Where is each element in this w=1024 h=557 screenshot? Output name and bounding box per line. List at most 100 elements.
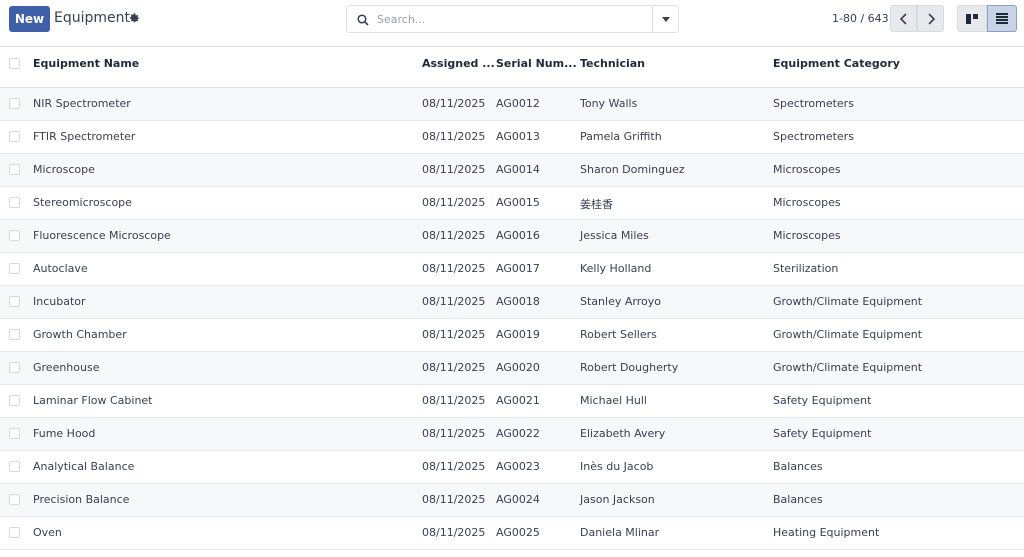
caret-down-icon [661, 16, 670, 22]
cell-equipment-category: Spectrometers [773, 97, 854, 110]
cell-serial-number: AG0017 [496, 262, 540, 275]
row-checkbox[interactable] [9, 494, 20, 505]
table-row[interactable]: Fluorescence Microscope 08/11/2025 AG0016 J… [0, 220, 1024, 253]
table-row[interactable]: Precision Balance 08/11/2025 AG0024 Jason J… [0, 484, 1024, 517]
cell-technician: Pamela Griffith [580, 130, 662, 143]
cell-assigned-date: 08/11/2025 [422, 163, 486, 176]
row-checkbox[interactable] [9, 461, 20, 472]
cell-assigned-date: 08/11/2025 [422, 328, 486, 341]
list-view-button[interactable] [987, 5, 1017, 32]
gear-icon[interactable] [129, 13, 140, 24]
pager-previous-button[interactable] [890, 5, 917, 32]
table-header: Equipment Name Assigned ... Serial Num..… [0, 46, 1024, 88]
cell-technician: Stanley Arroyo [580, 295, 661, 308]
cell-serial-number: AG0016 [496, 229, 540, 242]
column-header-serial-number[interactable]: Serial Num... [496, 57, 577, 70]
cell-serial-number: AG0021 [496, 394, 540, 407]
cell-equipment-name: Autoclave [33, 262, 88, 275]
cell-equipment-category: Microscopes [773, 229, 841, 242]
table-row[interactable]: Autoclave 08/11/2025 AG0017 Kelly Holland St… [0, 253, 1024, 286]
select-all-checkbox[interactable] [9, 58, 20, 69]
cell-assigned-date: 08/11/2025 [422, 262, 486, 275]
cell-technician: Michael Hull [580, 394, 647, 407]
search-input[interactable] [377, 10, 647, 28]
row-checkbox[interactable] [9, 164, 20, 175]
pager-value[interactable]: 1-80 / 643 [832, 12, 889, 25]
row-checkbox[interactable] [9, 197, 20, 208]
table-row[interactable]: Stereomicroscope 08/11/2025 AG0015 姜桂香 Micro… [0, 187, 1024, 220]
search-icon [357, 14, 369, 26]
row-checkbox[interactable] [9, 131, 20, 142]
column-header-technician[interactable]: Technician [580, 57, 645, 70]
control-panel: New Equipment 1-80 / 643 [0, 0, 1024, 40]
cell-technician: Inès du Jacob [580, 460, 654, 473]
cell-serial-number: AG0022 [496, 427, 540, 440]
table-row[interactable]: Oven 08/11/2025 AG0025 Daniela Mlinar Heatin… [0, 517, 1024, 550]
cell-equipment-category: Safety Equipment [773, 394, 872, 407]
row-checkbox[interactable] [9, 395, 20, 406]
list-view-icon [996, 13, 1008, 24]
table-row[interactable]: FTIR Spectrometer 08/11/2025 AG0013 Pamela … [0, 121, 1024, 154]
row-checkbox[interactable] [9, 296, 20, 307]
row-checkbox[interactable] [9, 362, 20, 373]
table-row[interactable]: Laminar Flow Cabinet 08/11/2025 AG0021 Mich… [0, 385, 1024, 418]
cell-equipment-name: Analytical Balance [33, 460, 135, 473]
cell-assigned-date: 08/11/2025 [422, 295, 486, 308]
pager-next-button[interactable] [917, 5, 944, 32]
cell-equipment-category: Sterilization [773, 262, 839, 275]
kanban-view-button[interactable] [957, 5, 987, 32]
row-checkbox[interactable] [9, 428, 20, 439]
cell-technician: Robert Sellers [580, 328, 657, 341]
cell-technician: Jason Jackson [580, 493, 655, 506]
new-button[interactable]: New [9, 6, 50, 32]
cell-serial-number: AG0020 [496, 361, 540, 374]
cell-assigned-date: 08/11/2025 [422, 394, 486, 407]
table-row[interactable]: Incubator 08/11/2025 AG0018 Stanley Arroyo G… [0, 286, 1024, 319]
cell-serial-number: AG0025 [496, 526, 540, 539]
cell-equipment-category: Safety Equipment [773, 427, 872, 440]
cell-technician: Daniela Mlinar [580, 526, 660, 539]
search-options-toggle[interactable] [652, 6, 678, 32]
cell-assigned-date: 08/11/2025 [422, 526, 486, 539]
search-bar [346, 5, 679, 33]
cell-assigned-date: 08/11/2025 [422, 427, 486, 440]
table-row[interactable]: Growth Chamber 08/11/2025 AG0019 Robert Sel… [0, 319, 1024, 352]
cell-assigned-date: 08/11/2025 [422, 493, 486, 506]
chevron-right-icon [927, 12, 935, 25]
cell-assigned-date: 08/11/2025 [422, 460, 486, 473]
table-row[interactable]: Fume Hood 08/11/2025 AG0022 Elizabeth Avery… [0, 418, 1024, 451]
cell-technician: Tony Walls [580, 97, 638, 110]
cell-serial-number: AG0023 [496, 460, 540, 473]
cell-serial-number: AG0019 [496, 328, 540, 341]
row-checkbox[interactable] [9, 98, 20, 109]
cell-equipment-name: Greenhouse [33, 361, 100, 374]
cell-equipment-category: Growth/Climate Equipment [773, 295, 923, 308]
column-header-equipment-category[interactable]: Equipment Category [773, 57, 900, 70]
cell-assigned-date: 08/11/2025 [422, 196, 486, 209]
row-checkbox[interactable] [9, 230, 20, 241]
cell-serial-number: AG0012 [496, 97, 540, 110]
page-title: Equipment [54, 10, 130, 26]
cell-equipment-name: Fluorescence Microscope [33, 229, 171, 242]
column-header-equipment-name[interactable]: Equipment Name [33, 57, 139, 70]
row-checkbox[interactable] [9, 329, 20, 340]
cell-equipment-name: NIR Spectrometer [33, 97, 131, 110]
table-row[interactable]: NIR Spectrometer 08/11/2025 AG0012 Tony Wal… [0, 88, 1024, 121]
cell-equipment-name: Laminar Flow Cabinet [33, 394, 153, 407]
cell-equipment-name: Fume Hood [33, 427, 96, 440]
column-header-assigned-date[interactable]: Assigned ... [422, 57, 495, 70]
cell-equipment-category: Balances [773, 460, 823, 473]
row-checkbox[interactable] [9, 263, 20, 274]
table-row[interactable]: Microscope 08/11/2025 AG0014 Sharon Domingu… [0, 154, 1024, 187]
cell-equipment-category: Heating Equipment [773, 526, 880, 539]
cell-assigned-date: 08/11/2025 [422, 361, 486, 374]
cell-assigned-date: 08/11/2025 [422, 130, 486, 143]
row-checkbox[interactable] [9, 527, 20, 538]
cell-equipment-category: Spectrometers [773, 130, 854, 143]
cell-serial-number: AG0015 [496, 196, 540, 209]
cell-equipment-category: Microscopes [773, 196, 841, 209]
cell-technician: Elizabeth Avery [580, 427, 666, 440]
table-row[interactable]: Analytical Balance 08/11/2025 AG0023 Inès d… [0, 451, 1024, 484]
cell-technician: Robert Dougherty [580, 361, 679, 374]
table-row[interactable]: Greenhouse 08/11/2025 AG0020 Robert Dougher… [0, 352, 1024, 385]
